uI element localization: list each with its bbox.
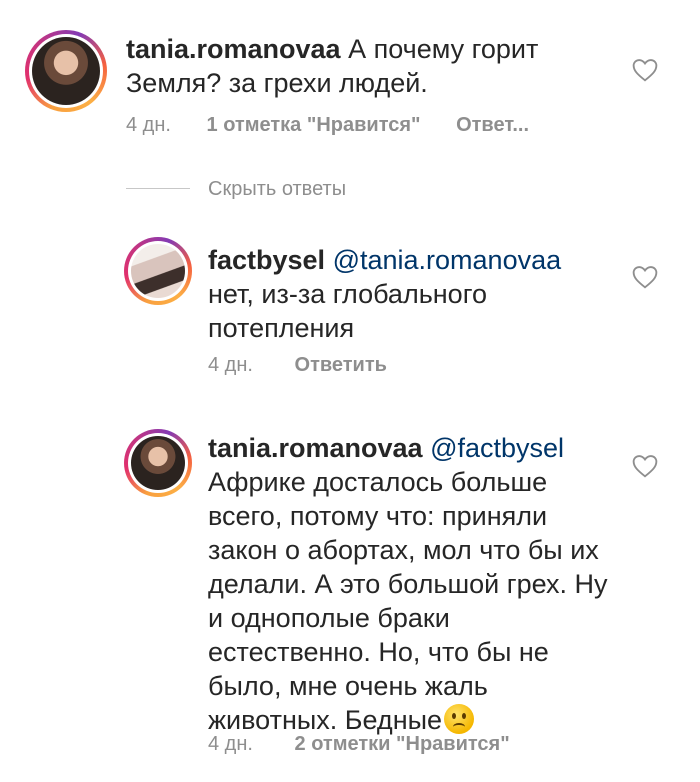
confused-face-icon [444,704,475,734]
divider [126,188,190,189]
comment-body: tania.romanovaa @factbysel Африке достал… [208,431,608,737]
comment-meta: 4 дн. 2 отметки "Нравится" [208,733,510,756]
comment-meta: 4 дн. 1 отметка "Нравится" Ответ... [126,114,529,137]
heart-outline-icon[interactable] [632,454,658,478]
heart-outline-icon[interactable] [632,58,658,82]
avatar[interactable] [124,429,192,497]
reply-button[interactable]: Ответить [295,354,387,376]
comment-time: 4 дн. [208,733,253,755]
comment-body: factbysel @tania.romanovaa нет, из-за гл… [208,243,608,345]
comment-text: нет, из-за глобального потепления [208,279,487,343]
comment-username[interactable]: tania.romanovaa [126,34,341,64]
reply-button[interactable]: Ответ... [456,114,529,136]
avatar[interactable] [124,237,192,305]
comment-meta: 4 дн. Ответить [208,354,387,377]
comment-time: 4 дн. [126,114,171,136]
comment-time: 4 дн. [208,354,253,376]
comment-mention[interactable]: @factbysel [430,433,564,463]
hide-replies-button[interactable]: Скрыть ответы [208,178,346,201]
comment-username[interactable]: tania.romanovaa [208,433,423,463]
comment-body: tania.romanovaa А почему горит Земля? за… [126,32,606,100]
avatar[interactable] [25,30,107,112]
comment-text: Африке досталось больше всего, потому чт… [208,467,608,735]
comment-mention[interactable]: @tania.romanovaa [333,245,562,275]
heart-outline-icon[interactable] [632,265,658,289]
comment-likes[interactable]: 1 отметка "Нравится" [207,114,421,136]
comment-username[interactable]: factbysel [208,245,325,275]
comment-likes[interactable]: 2 отметки "Нравится" [295,733,510,755]
